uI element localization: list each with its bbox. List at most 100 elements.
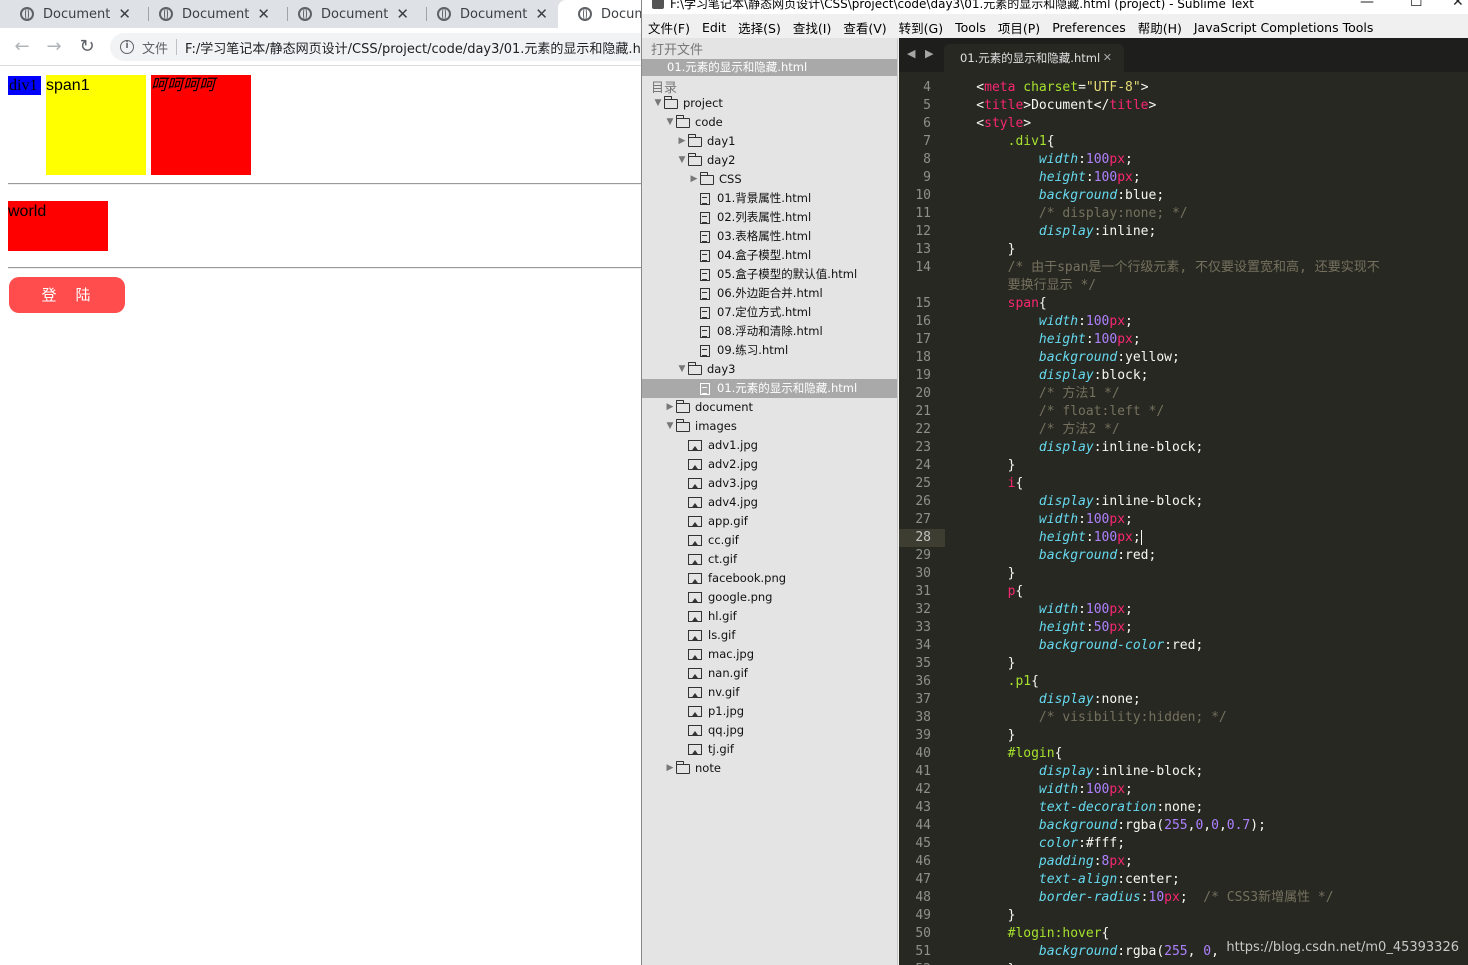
code-line[interactable]: /* 方法2 */: [945, 421, 1120, 439]
open-file-item[interactable]: 01.元素的显示和隐藏.html: [642, 59, 897, 76]
close-window-icon[interactable]: ✕: [1452, 0, 1464, 10]
close-icon[interactable]: ✕: [257, 5, 270, 23]
menu-item[interactable]: 转到(G): [899, 18, 943, 37]
tree-folder[interactable]: ▼ day3: [676, 360, 735, 379]
code-line[interactable]: }: [945, 727, 1016, 745]
collapsed-arrow-icon[interactable]: ▶: [664, 398, 676, 417]
code-line[interactable]: width:100px;: [945, 151, 1133, 169]
tree-file[interactable]: nv.gif: [676, 683, 739, 702]
code-line[interactable]: width:100px;: [945, 313, 1133, 331]
code-line[interactable]: /* 方法1 */: [945, 385, 1120, 403]
tree-folder[interactable]: ▶ CSS: [688, 170, 742, 189]
editor-file-tab[interactable]: 01.元素的显示和隐藏.html ✕: [944, 44, 1124, 72]
menu-item[interactable]: 查找(I): [793, 18, 831, 37]
close-icon[interactable]: ✕: [118, 5, 131, 23]
tree-file[interactable]: tj.gif: [676, 740, 734, 759]
tree-file[interactable]: ls.gif: [676, 626, 735, 645]
browser-tab[interactable]: Document ✕: [417, 0, 556, 28]
tree-file[interactable]: 08.浮动和清除.html: [688, 322, 823, 341]
code-line[interactable]: width:100px;: [945, 601, 1133, 619]
code-line[interactable]: height:100px;: [945, 331, 1141, 349]
code-line[interactable]: 要换行显示 */: [945, 277, 1096, 295]
close-icon[interactable]: ✕: [535, 5, 548, 23]
tree-file[interactable]: cc.gif: [676, 531, 739, 550]
expanded-arrow-icon[interactable]: ▼: [676, 360, 688, 379]
browser-tab-active[interactable]: Docum: [558, 0, 641, 28]
code-area[interactable]: <meta charset="UTF-8"> <title>Document</…: [945, 72, 1468, 965]
code-line[interactable]: .div1{: [945, 133, 1055, 151]
code-line[interactable]: text-decoration:none;: [945, 799, 1203, 817]
info-icon[interactable]: i: [120, 40, 134, 54]
menu-item[interactable]: 文件(F): [648, 18, 690, 37]
tree-file[interactable]: hl.gif: [676, 607, 737, 626]
code-line[interactable]: }: [945, 565, 1016, 583]
tree-file[interactable]: app.gif: [676, 512, 748, 531]
menu-item[interactable]: 查看(V): [843, 18, 886, 37]
code-line[interactable]: /* float:left */: [945, 403, 1164, 421]
expanded-arrow-icon[interactable]: ▼: [664, 417, 676, 436]
code-line[interactable]: display:inline-block;: [945, 439, 1203, 457]
browser-tab[interactable]: Document ✕: [139, 0, 278, 28]
code-line[interactable]: }: [945, 457, 1016, 475]
code-line[interactable]: #login{: [945, 745, 1063, 763]
code-line[interactable]: .p1{: [945, 673, 1039, 691]
login-button[interactable]: 登 陆: [9, 277, 125, 313]
code-line[interactable]: background:rgba(255, 0,: [945, 943, 1227, 961]
code-line[interactable]: <title>Document</title>: [945, 97, 1156, 115]
close-icon[interactable]: ✕: [396, 5, 409, 23]
tree-file[interactable]: 04.盒子模型.html: [688, 246, 811, 265]
reload-icon[interactable]: ↻: [75, 36, 99, 58]
tree-folder[interactable]: ▼ code: [664, 113, 723, 132]
code-line[interactable]: /* 由于span是一个行级元素, 不仅要设置宽和高, 还要实现不: [945, 259, 1380, 277]
tree-file[interactable]: 01.元素的显示和隐藏.html: [642, 379, 897, 398]
tree-file[interactable]: 09.练习.html: [688, 341, 788, 360]
code-line[interactable]: }: [945, 655, 1016, 673]
menu-item[interactable]: Edit: [702, 20, 726, 35]
code-line[interactable]: display:none;: [945, 691, 1141, 709]
code-line[interactable]: #login:hover{: [945, 925, 1110, 943]
code-line[interactable]: <meta charset="UTF-8">: [945, 79, 1148, 97]
code-line[interactable]: color:#fff;: [945, 835, 1125, 853]
code-line[interactable]: border-radius:10px; /* CSS3新增属性 */: [945, 889, 1334, 907]
menu-item[interactable]: JavaScript Completions Tools: [1194, 20, 1374, 35]
code-line[interactable]: <style>: [945, 115, 1031, 133]
tree-file[interactable]: 05.盒子模型的默认值.html: [688, 265, 857, 284]
expanded-arrow-icon[interactable]: ▼: [664, 113, 676, 132]
menu-item[interactable]: 项目(P): [998, 18, 1040, 37]
menu-item[interactable]: 选择(S): [738, 18, 781, 37]
tree-file[interactable]: adv2.jpg: [676, 455, 758, 474]
tree-folder[interactable]: ▼ images: [664, 417, 737, 436]
code-line[interactable]: }: [945, 241, 1016, 259]
code-line[interactable]: text-align:center;: [945, 871, 1180, 889]
tree-folder[interactable]: ▶ document: [664, 398, 753, 417]
tree-folder[interactable]: ▼ project: [652, 94, 723, 113]
tree-file[interactable]: 03.表格属性.html: [688, 227, 811, 246]
minimize-icon[interactable]: —: [1360, 0, 1374, 10]
code-line[interactable]: background:blue;: [945, 187, 1164, 205]
code-line[interactable]: height:100px;: [945, 169, 1141, 187]
code-line[interactable]: /* display:none; */: [945, 205, 1188, 223]
menu-item[interactable]: Tools: [955, 20, 986, 35]
code-line[interactable]: background:yellow;: [945, 349, 1180, 367]
expanded-arrow-icon[interactable]: ▼: [652, 94, 664, 113]
code-line[interactable]: background:rgba(255,0,0,0.7);: [945, 817, 1266, 835]
code-line[interactable]: height:50px;: [945, 619, 1133, 637]
code-line[interactable]: /* visibility:hidden; */: [945, 709, 1227, 727]
tree-file[interactable]: 06.外边距合并.html: [688, 284, 823, 303]
tree-file[interactable]: adv4.jpg: [676, 493, 758, 512]
tree-file[interactable]: 01.背景属性.html: [688, 189, 811, 208]
tree-file[interactable]: facebook.png: [676, 569, 786, 588]
address-bar[interactable]: i 文件 F:/学习笔记本/静态网页设计/CSS/project/code/da…: [110, 33, 641, 61]
code-line[interactable]: padding:8px;: [945, 853, 1133, 871]
collapsed-arrow-icon[interactable]: ▶: [676, 132, 688, 151]
code-line[interactable]: display:inline;: [945, 223, 1156, 241]
tree-file[interactable]: 02.列表属性.html: [688, 208, 811, 227]
tree-file[interactable]: 07.定位方式.html: [688, 303, 811, 322]
code-line[interactable]: width:100px;: [945, 781, 1133, 799]
code-line[interactable]: span{: [945, 295, 1047, 313]
code-line[interactable]: }: [945, 907, 1016, 925]
tree-file[interactable]: google.png: [676, 588, 773, 607]
tab-scroll-arrows-icon[interactable]: ◀ ▶: [907, 47, 936, 60]
expanded-arrow-icon[interactable]: ▼: [676, 151, 688, 170]
tree-file[interactable]: p1.jpg: [676, 702, 744, 721]
